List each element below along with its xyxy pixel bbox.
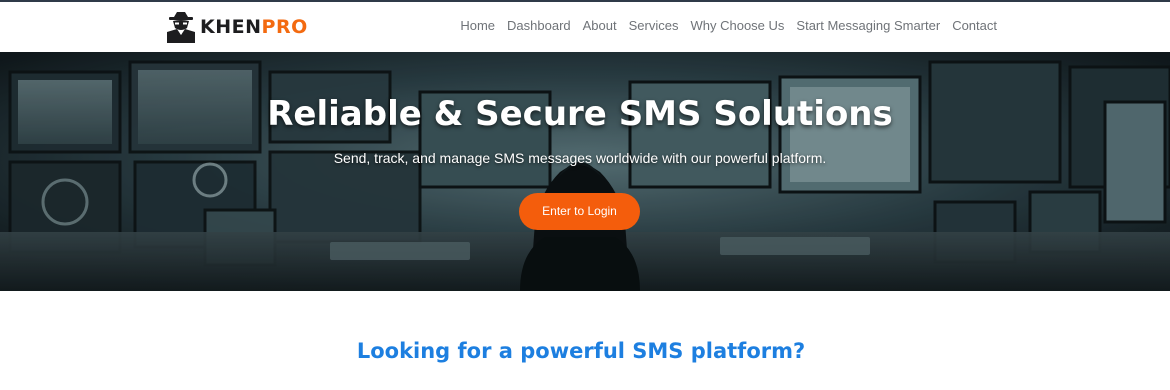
hero-background-image	[0, 52, 1170, 291]
navbar: KHENPRO Home Dashboard About Services Wh…	[0, 2, 1170, 52]
hero-title: Reliable & Secure SMS Solutions	[267, 94, 893, 134]
hooded-hacker-logo-icon	[167, 12, 195, 43]
main-nav: Home Dashboard About Services Why Choose…	[460, 18, 997, 33]
nav-link-why-choose-us[interactable]: Why Choose Us	[690, 18, 784, 33]
nav-link-start-messaging[interactable]: Start Messaging Smarter	[796, 18, 940, 33]
nav-link-home[interactable]: Home	[460, 18, 495, 33]
brand-name: KHENPRO	[200, 10, 308, 44]
brand-name-part1: KHEN	[200, 16, 262, 38]
hero-banner: Reliable & Secure SMS Solutions Send, tr…	[0, 52, 1170, 291]
nav-link-dashboard[interactable]: Dashboard	[507, 18, 571, 33]
nav-link-contact[interactable]: Contact	[952, 18, 997, 33]
enter-to-login-button[interactable]: Enter to Login	[519, 193, 640, 230]
hero-subtitle: Send, track, and manage SMS messages wor…	[333, 150, 827, 166]
nav-link-services[interactable]: Services	[629, 18, 679, 33]
section-heading: Looking for a powerful SMS platform?	[356, 339, 806, 363]
brand-name-part2: PRO	[261, 16, 308, 38]
nav-link-about[interactable]: About	[583, 18, 617, 33]
brand-logo[interactable]: KHENPRO	[165, 10, 308, 44]
